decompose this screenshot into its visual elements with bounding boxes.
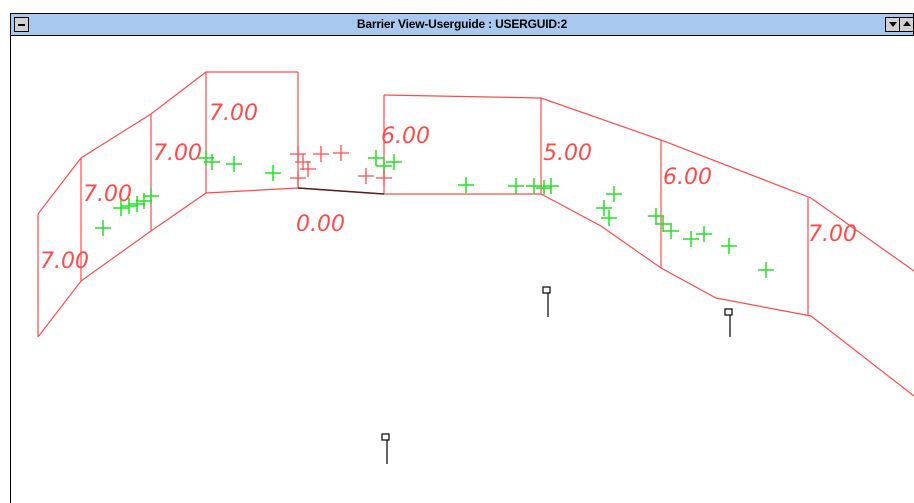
barrier-height-label: 7.00 — [40, 249, 89, 274]
up-arrow-icon — [903, 21, 911, 26]
pin-marker-icon[interactable] — [381, 433, 390, 464]
receiver-cross-icon — [368, 150, 384, 166]
receiver-cross-icon — [226, 156, 242, 172]
receiver-cross-icon — [663, 223, 679, 239]
pin-markers — [381, 286, 733, 464]
receiver-cross-icon — [721, 238, 737, 254]
barrier-wall-panels — [37, 71, 914, 397]
title-bar[interactable]: Barrier View-Userguide : USERGUID:2 — [10, 13, 914, 36]
barrier-height-label: 6.00 — [381, 124, 430, 149]
receiver-cross-icon — [458, 177, 474, 193]
receiver-cross-icon — [508, 178, 524, 194]
receiver-cross-icon — [655, 216, 671, 232]
barrier-height-label: 0.00 — [296, 212, 345, 237]
receiver-cross-icon — [265, 165, 281, 181]
receiver-cross-icon — [95, 220, 111, 236]
barrier-height-label: 7.00 — [153, 141, 202, 166]
red-cross-icon — [313, 146, 329, 162]
barrier-height-label: 5.00 — [543, 141, 592, 166]
barrier-height-label: 7.00 — [808, 222, 857, 247]
receiver-cross-icon — [543, 178, 559, 194]
receiver-cross-icon — [758, 262, 774, 278]
red-cross-icon — [290, 170, 306, 186]
red-cross-icon — [358, 168, 374, 184]
pin-marker-icon[interactable] — [542, 286, 551, 317]
window-title: Barrier View-Userguide : USERGUID:2 — [356, 17, 568, 31]
minimize-button[interactable] — [885, 17, 900, 32]
zero-height-segment — [297, 187, 385, 195]
barrier-height-labels: 7.00 7.00 7.00 7.00 0.00 6.00 5.00 6.00 … — [40, 101, 857, 274]
receiver-cross-icon — [526, 178, 542, 194]
barrier-drawing: 7.00 7.00 7.00 7.00 0.00 6.00 5.00 6.00 … — [37, 71, 914, 464]
barrier-height-label: 7.00 — [209, 101, 258, 126]
red-cross-icon — [333, 145, 349, 161]
down-arrow-icon — [889, 22, 897, 27]
barrier-height-label: 7.00 — [83, 182, 132, 207]
drawing-canvas[interactable]: 7.00 7.00 7.00 7.00 0.00 6.00 5.00 6.00 … — [11, 36, 914, 503]
receiver-cross-icon — [386, 154, 402, 170]
receiver-cross-icon — [606, 186, 622, 202]
barrier-view-window: Barrier View-Userguide : USERGUID:2 7.00… — [0, 0, 914, 503]
barrier-height-label: 6.00 — [663, 165, 712, 190]
maximize-button[interactable] — [899, 17, 914, 32]
pin-marker-icon[interactable] — [724, 308, 733, 337]
red-cross-icon — [376, 170, 392, 186]
barrier-base-line — [37, 187, 914, 397]
